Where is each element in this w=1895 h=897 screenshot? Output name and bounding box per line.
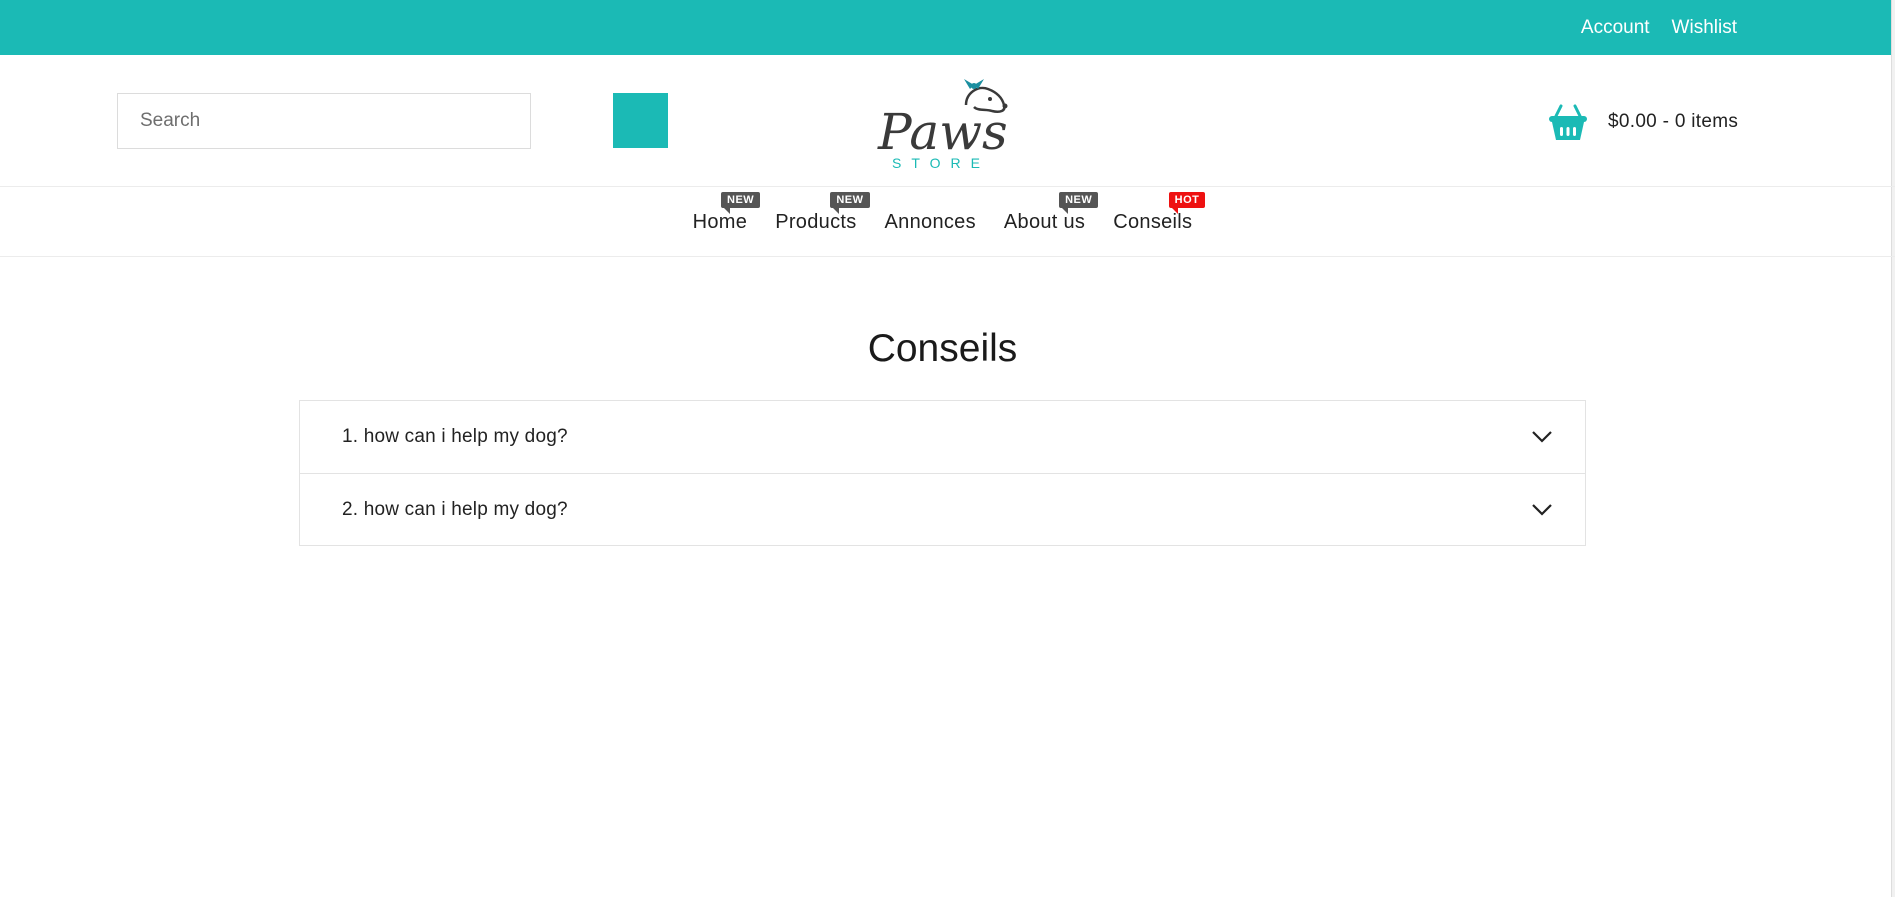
logo-sub: STORE [892,155,990,169]
nav-item-home[interactable]: Home NEW [692,192,761,234]
search-input[interactable] [117,93,531,149]
nav-item-annonces[interactable]: Annonces [885,211,976,234]
account-link[interactable]: Account [1581,17,1650,39]
basket-icon [1549,104,1587,140]
search-button[interactable] [613,93,668,148]
faq-accordion: 1. how can i help my dog? 2. how can i h… [299,400,1586,546]
new-badge: NEW [721,192,761,214]
top-links: Account Wishlist [1581,0,1737,55]
nav-label: Annonces [884,211,976,233]
nav-item-products[interactable]: Products NEW [775,192,870,234]
nav-item-about-us[interactable]: About us NEW [1003,192,1099,234]
cart-total: $0.00 - 0 items [1608,111,1739,132]
top-bar: Account Wishlist [0,0,1895,55]
faq-item[interactable]: 2. how can i help my dog? [300,473,1585,545]
page-title: Conseils [867,327,1018,370]
faq-question: 2. how can i help my dog? [342,498,568,520]
nav-item-conseils[interactable]: Conseils HOT [1113,192,1206,234]
nav-label: Products [775,211,857,233]
nav-label: Home [692,211,748,233]
nav-label: Conseils [1113,211,1193,233]
cart-summary[interactable]: $0.00 - 0 items [1548,97,1738,147]
wishlist-link[interactable]: Wishlist [1672,17,1737,39]
nav-label: About us [1003,211,1086,233]
main-nav: Home NEW Products NEW Annonces About us … [0,187,1895,257]
hot-badge: HOT [1168,192,1206,214]
logo-word: Paws [877,103,1008,161]
site-header: Paws STORE $0.00 - 0 items [0,55,1895,187]
new-badge: NEW [1059,192,1099,214]
new-badge: NEW [830,192,870,214]
chevron-down-icon[interactable] [1531,503,1553,517]
faq-question: 1. how can i help my dog? [342,426,568,447]
faq-item[interactable]: 1. how can i help my dog? [300,401,1585,473]
paws-store-logo[interactable]: Paws STORE [874,75,1014,169]
chevron-down-icon[interactable] [1531,430,1553,444]
